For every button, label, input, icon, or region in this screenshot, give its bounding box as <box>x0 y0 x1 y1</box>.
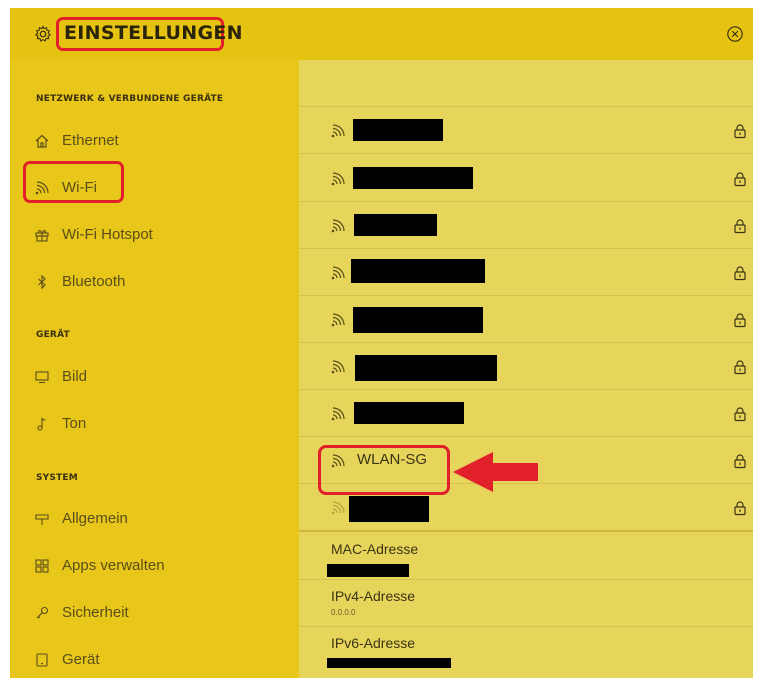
sidebar-item-geraet[interactable]: Gerät <box>10 641 299 678</box>
redacted-network-name <box>351 259 485 283</box>
ipv4-address-label: IPv4-Adresse <box>331 588 416 604</box>
wifi-icon <box>331 172 345 186</box>
sidebar-item-ton[interactable]: Ton <box>10 405 299 445</box>
gear-icon <box>34 25 52 42</box>
ipv4-address-value: 0.0.0.0 <box>331 608 356 617</box>
sidebar-item-label: Bild <box>62 368 88 385</box>
section-device: GERÄT <box>36 330 70 340</box>
sidebar-item-label: Sicherheit <box>62 604 129 621</box>
redacted-ipv6-address <box>327 658 451 668</box>
sidebar-item-label: Allgemein <box>62 510 128 527</box>
sidebar-item-label: Ethernet <box>62 132 119 149</box>
lock-icon <box>734 266 746 281</box>
wifi-icon <box>331 360 345 374</box>
lock-icon <box>734 172 746 187</box>
network-row[interactable] <box>299 202 753 249</box>
sidebar: NETZWERK & VERBUNDENE GERÄTE Ethernet Wi… <box>10 60 299 678</box>
sidebar-item-sicherheit[interactable]: Sicherheit <box>10 594 299 634</box>
network-row[interactable] <box>299 155 753 202</box>
section-network: NETZWERK & VERBUNDENE GERÄTE <box>36 94 224 104</box>
sidebar-item-label: Apps verwalten <box>62 557 165 574</box>
sidebar-item-label: Wi-Fi Hotspot <box>62 226 153 243</box>
network-row[interactable] <box>299 107 753 154</box>
sidebar-item-label: Ton <box>62 415 87 432</box>
redacted-network-name <box>354 402 464 424</box>
network-list-panel: WLAN-SG MAC-Adresse IPv4-Adresse 0.0.0.0… <box>299 60 753 678</box>
sidebar-item-label: Gerät <box>62 651 100 668</box>
redacted-mac-address <box>327 564 409 577</box>
redacted-network-name <box>355 355 497 381</box>
lock-icon <box>734 219 746 234</box>
gift-icon <box>35 230 49 242</box>
key-icon <box>36 606 49 619</box>
redacted-network-name <box>353 167 473 189</box>
wlan-sg-highlight-box <box>318 445 450 495</box>
header-bar: EINSTELLUNGEN <box>10 8 753 60</box>
redacted-network-name <box>353 307 483 333</box>
mac-address-label: MAC-Adresse <box>331 541 419 557</box>
sidebar-item-wifi-hotspot[interactable]: Wi-Fi Hotspot <box>10 216 299 256</box>
sidebar-item-allgemein[interactable]: Allgemein <box>10 500 299 540</box>
section-system: SYSTEM <box>36 473 78 483</box>
lock-icon <box>734 124 746 139</box>
sidebar-item-bild[interactable]: Bild <box>10 358 299 398</box>
device-icon <box>36 653 48 667</box>
network-row[interactable] <box>299 390 753 437</box>
list-header-spacer <box>299 60 753 107</box>
lock-icon <box>734 407 746 422</box>
sidebar-item-ethernet[interactable]: Ethernet <box>10 122 299 162</box>
sidebar-item-apps-verwalten[interactable]: Apps verwalten <box>10 547 299 587</box>
mac-address-row: MAC-Adresse <box>299 533 753 580</box>
wifi-highlight-box <box>23 161 124 203</box>
close-icon[interactable] <box>726 25 744 43</box>
bluetooth-icon <box>38 274 46 290</box>
sidebar-item-bluetooth[interactable]: Bluetooth <box>10 263 299 303</box>
network-row[interactable] <box>299 343 753 390</box>
arrow-left-icon <box>453 452 538 492</box>
network-row[interactable] <box>299 296 753 343</box>
lock-icon <box>734 454 746 469</box>
wifi-icon <box>331 313 345 327</box>
redacted-network-name <box>349 496 429 522</box>
page-title: EINSTELLUNGEN <box>64 22 243 44</box>
ipv4-address-row: IPv4-Adresse 0.0.0.0 <box>299 580 753 627</box>
wifi-icon <box>331 407 345 421</box>
lock-icon <box>734 360 746 375</box>
music-note-icon <box>37 417 46 431</box>
monitor-icon <box>35 371 49 384</box>
redacted-network-name <box>353 119 443 141</box>
redacted-network-name <box>354 214 437 236</box>
wifi-icon <box>331 124 345 138</box>
wifi-icon <box>331 501 345 515</box>
sidebar-item-label: Bluetooth <box>62 273 126 290</box>
network-row[interactable] <box>299 249 753 296</box>
ipv6-address-row: IPv6-Adresse <box>299 627 753 673</box>
wifi-icon <box>331 266 345 280</box>
grid-icon <box>35 559 49 573</box>
lock-icon <box>734 501 746 516</box>
lock-icon <box>734 313 746 328</box>
signpost-icon <box>35 514 49 525</box>
settings-window: EINSTELLUNGEN NETZWERK & VERBUNDENE GERÄ… <box>10 8 753 678</box>
home-icon <box>35 134 49 148</box>
wifi-icon <box>331 219 345 233</box>
ipv6-address-label: IPv6-Adresse <box>331 635 416 651</box>
